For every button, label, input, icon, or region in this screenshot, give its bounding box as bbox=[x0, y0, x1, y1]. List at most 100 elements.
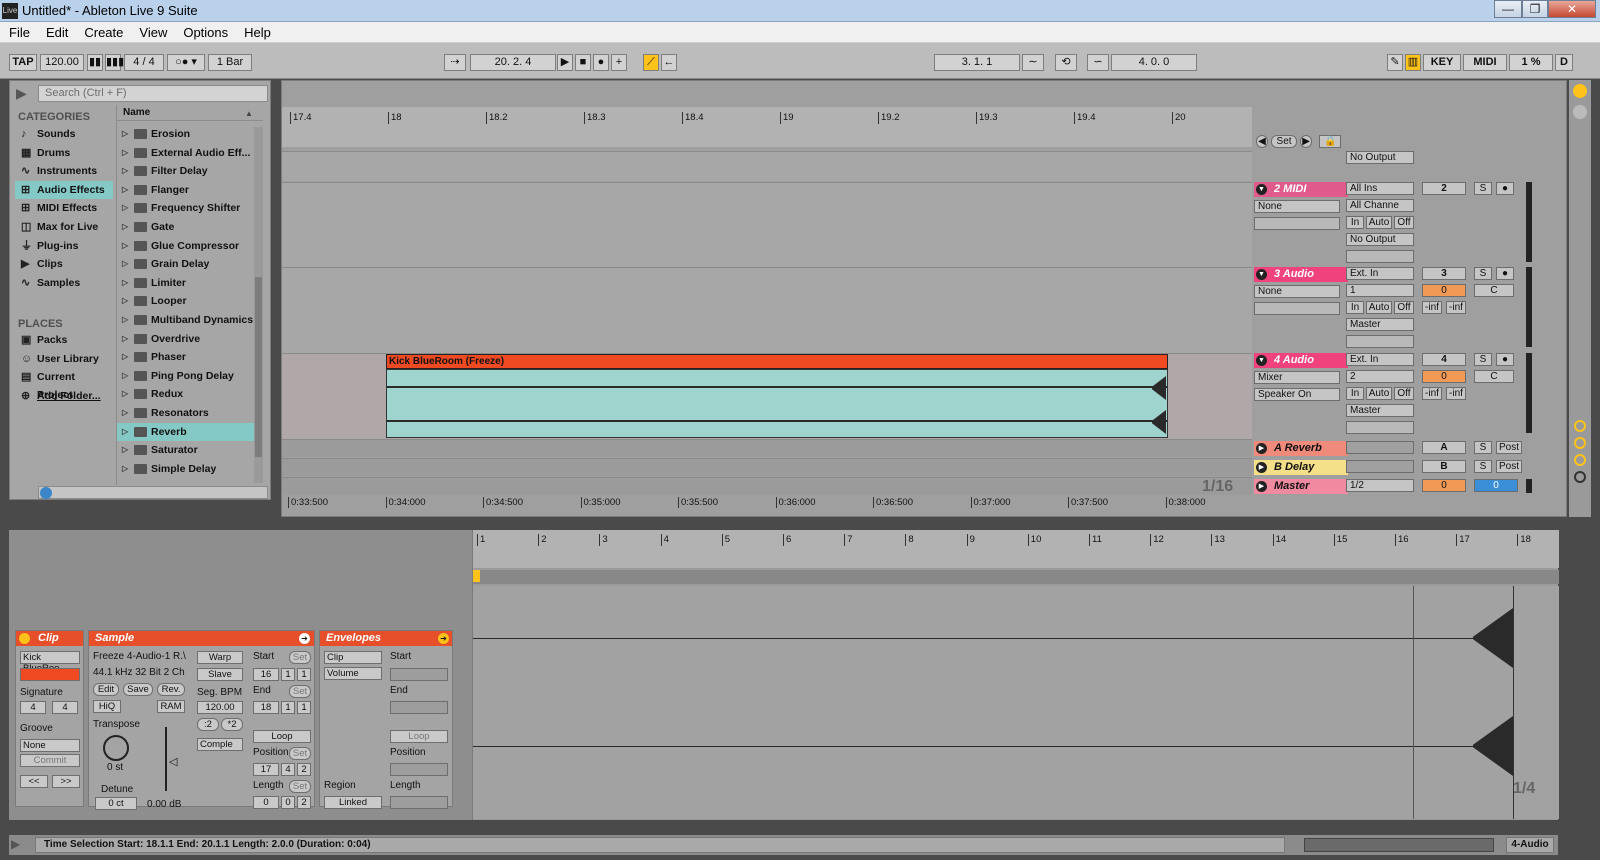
input-type-3[interactable]: Ext. In bbox=[1346, 267, 1414, 280]
browser-item[interactable]: ▷ Frequency Shifter bbox=[117, 199, 257, 217]
device-option-3[interactable] bbox=[1254, 302, 1340, 315]
master-volume[interactable]: 0 bbox=[1422, 479, 1466, 492]
output-channel-2[interactable] bbox=[1346, 250, 1414, 263]
browser-item[interactable]: ▷ Gate bbox=[117, 218, 257, 236]
arm-button-4[interactable]: ● bbox=[1496, 353, 1514, 366]
start-beat[interactable]: 1 bbox=[281, 668, 295, 681]
track-lane-audio4[interactable]: Kick BlueRoom (Freeze) bbox=[282, 353, 1252, 439]
browser-item[interactable]: ▷ Filter Delay bbox=[117, 162, 257, 180]
send-a-3[interactable]: -inf bbox=[1422, 301, 1442, 314]
return-name-a[interactable]: A Reverb bbox=[1254, 441, 1348, 456]
expand-icon[interactable]: ▷ bbox=[122, 423, 128, 441]
expand-icon[interactable]: ▷ bbox=[122, 125, 128, 143]
detail-grid-size[interactable]: 1/4 bbox=[1513, 780, 1535, 798]
track-lane-midi[interactable] bbox=[282, 182, 1252, 267]
category-sounds[interactable]: ♪ Sounds bbox=[15, 125, 113, 143]
place-add-folder-[interactable]: ⊕ Add Folder... bbox=[15, 387, 113, 405]
midi-map-button[interactable]: MIDI bbox=[1463, 54, 1507, 71]
end-beat[interactable]: 1 bbox=[281, 701, 295, 714]
loop-switch-icon[interactable]: ⟲ bbox=[1055, 54, 1077, 71]
device-chooser-3[interactable]: None bbox=[1254, 285, 1340, 298]
sample-reverse-button[interactable]: Rev. bbox=[157, 683, 185, 696]
browser-item[interactable]: ▷ Flanger bbox=[117, 181, 257, 199]
sample-editor[interactable]: 1/4 1 2 3 4 5 6 7 8 9 10 11 12 13 14 15 16 17 18 bbox=[472, 530, 1559, 820]
return-post-b[interactable]: Post bbox=[1496, 460, 1522, 473]
sample-overview[interactable] bbox=[473, 570, 1559, 584]
return-fold-icon[interactable]: ▶ bbox=[1256, 462, 1267, 473]
monitor-off-4[interactable]: Off bbox=[1394, 387, 1414, 400]
browser-item[interactable]: ▷ Grain Delay bbox=[117, 255, 257, 273]
end-set-button[interactable]: Set bbox=[289, 685, 311, 698]
next-locator-icon[interactable]: ▶ bbox=[1300, 135, 1313, 148]
follow-button[interactable]: ⇢ bbox=[444, 54, 466, 71]
menu-file[interactable]: File bbox=[0, 22, 37, 40]
expand-icon[interactable]: ▷ bbox=[122, 199, 128, 217]
length-set-button[interactable]: Set bbox=[289, 780, 311, 793]
browser-search-input[interactable]: Search (Ctrl + F) bbox=[38, 85, 268, 102]
pan-field-4[interactable]: C bbox=[1474, 370, 1514, 383]
delay-toggle-icon[interactable] bbox=[1574, 471, 1586, 483]
volume-field-3[interactable]: 0 bbox=[1422, 284, 1466, 297]
monitor-off-2[interactable]: Off bbox=[1394, 216, 1414, 229]
browser-scrollbar[interactable] bbox=[254, 127, 263, 483]
return-post-a[interactable]: Post bbox=[1496, 441, 1522, 454]
monitor-auto-2[interactable]: Auto bbox=[1366, 216, 1392, 229]
groove-dropdown[interactable]: None bbox=[20, 739, 80, 752]
menu-view[interactable]: View bbox=[130, 22, 174, 40]
expand-icon[interactable]: ▷ bbox=[122, 348, 128, 366]
device-chooser-4[interactable]: Mixer bbox=[1254, 371, 1340, 384]
tap-button[interactable]: TAP bbox=[9, 54, 37, 71]
clip-waveform[interactable] bbox=[386, 369, 1168, 438]
category-clips[interactable]: ▶ Clips bbox=[15, 255, 113, 273]
category-max-for-live[interactable]: ◫ Max for Live bbox=[15, 218, 113, 236]
sample-edit-button[interactable]: Edit bbox=[93, 683, 119, 696]
browser-item[interactable]: ▷ Resonators bbox=[117, 404, 257, 422]
end-bar[interactable]: 18 bbox=[253, 701, 279, 714]
master-fold-icon[interactable]: ▶ bbox=[1256, 481, 1267, 492]
gain-slider[interactable] bbox=[165, 727, 167, 791]
length-sixteenth[interactable]: 2 bbox=[297, 796, 311, 809]
monitor-off-3[interactable]: Off bbox=[1394, 301, 1414, 314]
expand-icon[interactable]: ▷ bbox=[122, 237, 128, 255]
hiq-button[interactable]: HiQ bbox=[93, 700, 121, 713]
automation-arm-icon[interactable]: ⟋ bbox=[643, 54, 659, 71]
category-plug-ins[interactable]: ⏚ Plug-ins bbox=[15, 237, 113, 255]
envelopes-arrow-icon[interactable]: ➔ bbox=[438, 633, 449, 644]
expand-icon[interactable]: ▷ bbox=[122, 460, 128, 478]
track-name-3[interactable]: 3 Audio bbox=[1254, 267, 1348, 282]
track-fold-icon[interactable]: ▼ bbox=[1256, 184, 1267, 195]
expand-icon[interactable]: ▷ bbox=[122, 311, 128, 329]
browser-item[interactable]: ▷ Multiband Dynamics bbox=[117, 311, 257, 329]
expand-icon[interactable]: ▷ bbox=[122, 255, 128, 273]
category-drums[interactable]: ▦ Drums bbox=[15, 144, 113, 162]
expand-icon[interactable]: ▷ bbox=[122, 292, 128, 310]
stop-icon[interactable]: ■ bbox=[575, 54, 591, 71]
send-a-4[interactable]: -inf bbox=[1422, 387, 1442, 400]
clip-activator-icon[interactable] bbox=[19, 633, 30, 644]
master-lane[interactable] bbox=[282, 477, 1252, 495]
close-button[interactable]: ✕ bbox=[1548, 0, 1596, 18]
preview-waveform-area[interactable] bbox=[38, 486, 268, 499]
return-solo-a[interactable]: S bbox=[1474, 441, 1492, 454]
category-samples[interactable]: ∿ Samples bbox=[15, 274, 113, 292]
start-set-button[interactable]: Set bbox=[289, 651, 311, 664]
monitor-in-2[interactable]: In bbox=[1346, 216, 1364, 229]
pencil-icon[interactable]: ✎ bbox=[1387, 54, 1403, 71]
record-icon[interactable]: ● bbox=[593, 54, 609, 71]
pan-field-3[interactable]: C bbox=[1474, 284, 1514, 297]
loop-length-field[interactable]: 4. 0. 0 bbox=[1111, 54, 1197, 71]
browser-item[interactable]: ▷ Redux bbox=[117, 385, 257, 403]
position-sixteenth[interactable]: 2 bbox=[297, 763, 311, 776]
browser-item[interactable]: ▷ Reverb bbox=[117, 422, 257, 441]
arm-button-2[interactable]: ● bbox=[1496, 182, 1514, 195]
maximize-button[interactable]: ❐ bbox=[1522, 0, 1548, 18]
category-midi-effects[interactable]: ⊞ MIDI Effects bbox=[15, 199, 113, 217]
position-bar[interactable]: 17 bbox=[253, 763, 279, 776]
tempo-field[interactable]: 120.00 bbox=[40, 54, 84, 71]
sample-save-button[interactable]: Save bbox=[123, 683, 153, 696]
monitor-auto-4[interactable]: Auto bbox=[1366, 387, 1392, 400]
sort-ascending-icon[interactable]: ▲ bbox=[245, 109, 253, 118]
input-channel-2[interactable]: All Channe bbox=[1346, 199, 1414, 212]
menu-options[interactable]: Options bbox=[174, 22, 235, 40]
position-beat[interactable]: 4 bbox=[281, 763, 295, 776]
